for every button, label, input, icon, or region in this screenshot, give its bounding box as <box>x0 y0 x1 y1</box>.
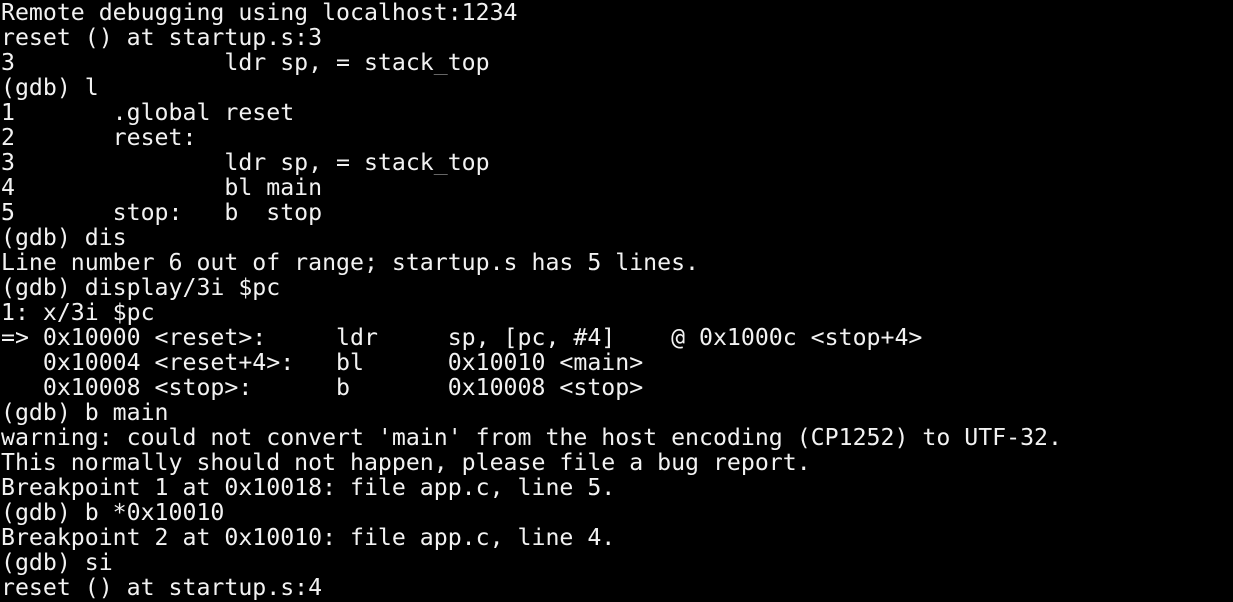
gdb-command-line: (gdb) b main <box>1 400 169 425</box>
terminal-line: 1: x/3i $pc <box>1 300 155 325</box>
terminal-line: Remote debugging using localhost:1234 <box>1 0 518 25</box>
terminal-line: Breakpoint 1 at 0x10018: file app.c, lin… <box>1 475 616 500</box>
gdb-command-line: (gdb) b *0x10010 <box>1 500 225 525</box>
gdb-command-line: (gdb) l <box>1 75 99 100</box>
terminal-line: Line number 6 out of range; startup.s ha… <box>1 250 700 275</box>
terminal-line: 4 bl main <box>1 175 323 200</box>
terminal-line: => 0x10000 <reset>: ldr sp, [pc, #4] @ 0… <box>1 325 923 350</box>
terminal-line: 0x10004 <reset+4>: bl 0x10010 <main> <box>1 350 644 375</box>
terminal-line: Breakpoint 2 at 0x10010: file app.c, lin… <box>1 525 616 550</box>
terminal-window[interactable]: Remote debugging using localhost:1234 re… <box>0 0 1233 602</box>
terminal-line: 2 reset: <box>1 125 197 150</box>
terminal-line: This normally should not happen, please … <box>1 450 811 475</box>
gdb-command-line: (gdb) si <box>1 550 113 575</box>
gdb-command-line: (gdb) dis <box>1 225 127 250</box>
gdb-command-line: (gdb) display/3i $pc <box>1 275 281 300</box>
terminal-line: 3 ldr sp, = stack_top <box>1 150 490 175</box>
terminal-line: reset () at startup.s:3 <box>1 25 323 50</box>
terminal-line: warning: could not convert 'main' from t… <box>1 425 1062 450</box>
terminal-line: 5 stop: b stop <box>1 200 323 225</box>
terminal-line: 3 ldr sp, = stack_top <box>1 50 490 75</box>
terminal-line: reset () at startup.s:4 <box>1 575 323 600</box>
terminal-line: 0x10008 <stop>: b 0x10008 <stop> <box>1 375 644 400</box>
terminal-line: 1 .global reset <box>1 100 295 125</box>
